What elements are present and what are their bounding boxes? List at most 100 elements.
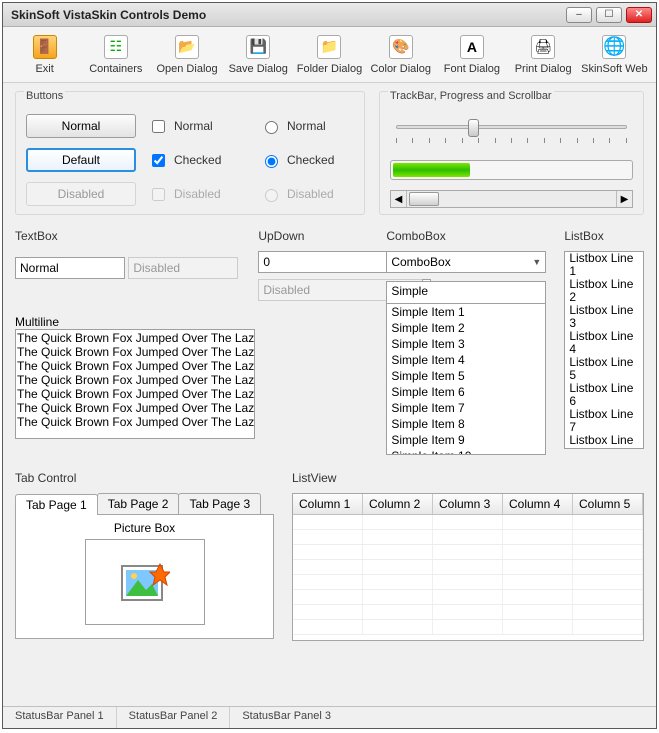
maximize-button[interactable]: ☐: [596, 7, 622, 23]
toolbar-open-dialog[interactable]: Open Dialog: [151, 33, 222, 77]
tab-page-1[interactable]: Tab Page 1: [15, 494, 98, 515]
multiline-label: Multiline: [15, 315, 368, 329]
listview[interactable]: Column 1Column 2Column 3Column 4Column 5: [292, 493, 644, 641]
normal-radio[interactable]: Normal: [260, 114, 360, 138]
combobox-label: ComboBox: [386, 229, 546, 243]
list-item[interactable]: Simple Item 4: [387, 352, 545, 368]
list-item[interactable]: Listbox Line 8: [565, 434, 643, 449]
toolbar-folder-dialog[interactable]: Folder Dialog: [294, 33, 365, 77]
normal-checkbox[interactable]: Normal: [148, 114, 248, 138]
table-row[interactable]: [293, 515, 643, 530]
listview-label: ListView: [292, 471, 644, 485]
list-item[interactable]: Simple Item 5: [387, 368, 545, 384]
multiline-textbox[interactable]: The Quick Brown Fox Jumped Over The Lazy…: [15, 329, 255, 439]
checked-checkbox[interactable]: Checked: [148, 148, 248, 172]
list-item[interactable]: Listbox Line 3: [565, 304, 643, 330]
tab-page: Picture Box: [15, 514, 274, 639]
picture-icon: [120, 560, 170, 604]
tab-page-2[interactable]: Tab Page 2: [97, 493, 180, 514]
list-item[interactable]: Simple Item 2: [387, 320, 545, 336]
normal-button[interactable]: Normal: [26, 114, 136, 138]
toolbar-containers[interactable]: Containers: [80, 33, 151, 77]
toolbar-print-dialog[interactable]: Print Dialog: [508, 33, 579, 77]
toolbar-label: Save Dialog: [229, 63, 288, 75]
table-row[interactable]: [293, 575, 643, 590]
toolbar-label: Folder Dialog: [297, 63, 362, 75]
toolbar-exit[interactable]: Exit: [9, 33, 80, 77]
list-item[interactable]: Simple Item 1: [387, 304, 545, 320]
titlebar: SkinSoft VistaSkin Controls Demo – ☐ ✕: [3, 3, 656, 27]
table-row[interactable]: [293, 560, 643, 575]
trackbar-group-title: TrackBar, Progress and Scrollbar: [388, 90, 554, 102]
horizontal-scrollbar[interactable]: ◀ ▶: [390, 190, 633, 208]
list-item[interactable]: Simple Item 8: [387, 416, 545, 432]
table-row[interactable]: [293, 605, 643, 620]
toolbar-font-dialog[interactable]: Font Dialog: [436, 33, 507, 77]
tabcontrol-label: Tab Control: [15, 471, 274, 485]
picture-box: [85, 539, 205, 625]
list-item[interactable]: Listbox Line 5: [565, 356, 643, 382]
slider-thumb-icon[interactable]: [468, 119, 479, 137]
listbox[interactable]: Listbox Line 1Listbox Line 2Listbox Line…: [564, 251, 644, 449]
buttons-groupbox: Buttons Normal Normal Normal Default Che…: [15, 91, 365, 215]
column-header[interactable]: Column 3: [433, 494, 503, 514]
containers-icon: [104, 35, 128, 59]
statusbar-panel: StatusBar Panel 1: [3, 707, 117, 728]
table-row[interactable]: [293, 545, 643, 560]
statusbar-panel: StatusBar Panel 2: [117, 707, 231, 728]
list-item[interactable]: Simple Item 6: [387, 384, 545, 400]
picturebox-label: Picture Box: [114, 521, 175, 535]
trackbar-groupbox: TrackBar, Progress and Scrollbar ◀ ▶: [379, 91, 644, 215]
column-header[interactable]: Column 1: [293, 494, 363, 514]
listbox-label: ListBox: [564, 229, 644, 243]
toolbar-label: Exit: [35, 63, 53, 75]
statusbar-panel: StatusBar Panel 3: [230, 707, 656, 728]
list-item[interactable]: Listbox Line 6: [565, 382, 643, 408]
disabled-checkbox: Disabled: [148, 182, 248, 206]
combobox-dropdown[interactable]: ComboBox▼: [386, 251, 546, 273]
app-window: SkinSoft VistaSkin Controls Demo – ☐ ✕ E…: [2, 2, 657, 729]
simple-combo-text[interactable]: Simple: [386, 281, 546, 303]
updown-disabled: ▲▼: [258, 279, 368, 301]
trackbar-slider[interactable]: [390, 116, 633, 138]
list-item[interactable]: Simple Item 7: [387, 400, 545, 416]
list-item[interactable]: Simple Item 9: [387, 432, 545, 448]
scroll-right-icon[interactable]: ▶: [616, 191, 632, 207]
column-header[interactable]: Column 4: [503, 494, 573, 514]
list-item[interactable]: Simple Item 10: [387, 448, 545, 455]
scroll-left-icon[interactable]: ◀: [391, 191, 407, 207]
table-row[interactable]: [293, 620, 643, 635]
tabs-strip: Tab Page 1Tab Page 2Tab Page 3: [15, 493, 274, 514]
close-button[interactable]: ✕: [626, 7, 652, 23]
updown-normal[interactable]: ▲▼: [258, 251, 368, 273]
simple-combo-list[interactable]: Simple Item 1Simple Item 2Simple Item 3S…: [386, 303, 546, 455]
disabled-radio: Disabled: [260, 182, 360, 206]
toolbar-color-dialog[interactable]: Color Dialog: [365, 33, 436, 77]
list-item[interactable]: Listbox Line 2: [565, 278, 643, 304]
toolbar-save-dialog[interactable]: Save Dialog: [223, 33, 294, 77]
list-item[interactable]: Listbox Line 7: [565, 408, 643, 434]
updown-label: UpDown: [258, 229, 368, 243]
toolbar: Exit Containers Open Dialog Save Dialog Fold…: [3, 27, 656, 83]
toolbar-label: Color Dialog: [370, 63, 431, 75]
exit-icon: [33, 35, 57, 59]
default-button[interactable]: Default: [26, 148, 136, 172]
textbox-normal[interactable]: [15, 257, 125, 279]
folder-dialog-icon: [317, 35, 341, 59]
textbox-label: TextBox: [15, 229, 238, 243]
progress-bar: [390, 160, 633, 180]
chevron-down-icon: ▼: [532, 257, 541, 267]
toolbar-skinsoft-web[interactable]: SkinSoft Web: [579, 33, 650, 77]
list-item[interactable]: Listbox Line 1: [565, 252, 643, 278]
column-header[interactable]: Column 2: [363, 494, 433, 514]
tab-page-3[interactable]: Tab Page 3: [178, 493, 261, 514]
toolbar-label: Containers: [89, 63, 142, 75]
minimize-button[interactable]: –: [566, 7, 592, 23]
scroll-thumb-icon[interactable]: [409, 192, 439, 206]
table-row[interactable]: [293, 530, 643, 545]
list-item[interactable]: Listbox Line 4: [565, 330, 643, 356]
checked-radio[interactable]: Checked: [260, 148, 360, 172]
column-header[interactable]: Column 5: [573, 494, 643, 514]
list-item[interactable]: Simple Item 3: [387, 336, 545, 352]
table-row[interactable]: [293, 590, 643, 605]
